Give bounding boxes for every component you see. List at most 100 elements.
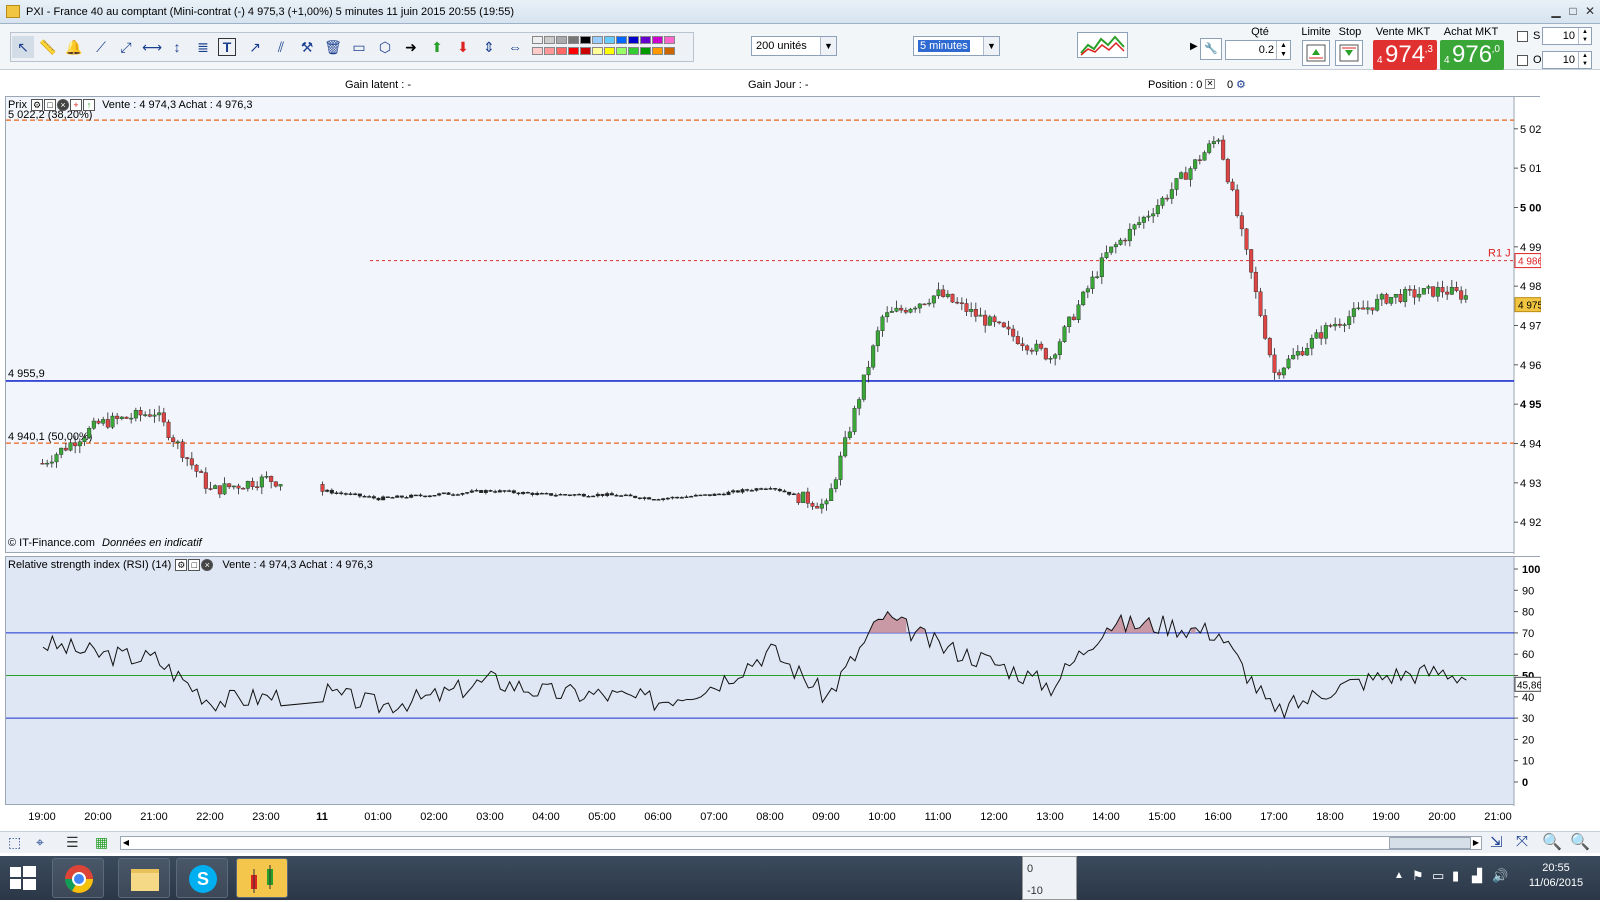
qte-stepper-icon[interactable]: ▲ ▼	[1276, 41, 1290, 59]
color-palette[interactable]	[532, 34, 682, 60]
chart-type-button[interactable]	[1077, 32, 1128, 58]
arrow-up-icon[interactable]: ⬆	[426, 36, 448, 58]
channel-icon[interactable]: ⫽	[270, 36, 292, 58]
volume-icon[interactable]: 🔊	[1492, 868, 1508, 884]
ruler-icon[interactable]: 📏	[37, 36, 59, 58]
price-chart-pane[interactable]: 4 920 4 930 4 940 4 950 4 960 4 970 4 980 4 990…	[5, 96, 1541, 554]
candle-body	[1165, 197, 1170, 200]
price-candle	[115, 413, 120, 425]
achat-mkt-button[interactable]: 4 976 ,0	[1440, 40, 1504, 70]
tray-expand-icon[interactable]: ▲	[1394, 870, 1404, 881]
file-explorer-taskbar-icon[interactable]	[118, 858, 170, 898]
polygon-icon[interactable]: ⬡	[374, 36, 396, 58]
cursor-icon[interactable]: ↖	[12, 36, 34, 58]
fibonacci-icon[interactable]: ≣	[192, 36, 214, 58]
minimize-icon[interactable]: ▁	[1549, 4, 1563, 18]
arrow-right-icon[interactable]: ➜	[400, 36, 422, 58]
close-icon[interactable]: ✕	[1583, 4, 1597, 18]
vertical-line-icon[interactable]: ↕	[166, 36, 188, 58]
price-candle	[1216, 138, 1221, 145]
pane-settings-icon[interactable]: ⚙	[175, 559, 188, 572]
price-candle	[978, 307, 983, 317]
rsi-tick-label: 70	[1522, 628, 1534, 640]
close-position-icon[interactable]: ✕	[1205, 79, 1215, 89]
pane-close-icon[interactable]: ×	[57, 99, 70, 112]
rsi-chart[interactable]: 010203040506070809010045,868	[6, 557, 1541, 806]
candle-body	[1197, 159, 1202, 161]
candle-body	[712, 493, 717, 496]
alert-bell-icon[interactable]: 🔔	[63, 36, 85, 58]
pane-maximize-icon[interactable]: □	[188, 559, 201, 572]
rsi-tick-label: 90	[1522, 585, 1534, 597]
list-icon[interactable]: ☰	[66, 834, 79, 851]
o-input[interactable]: 10 ▲ ▼	[1542, 51, 1592, 69]
candle-body	[969, 309, 974, 312]
price-chart[interactable]: 4 920 4 930 4 940 4 950 4 960 4 970 4 980 4 990…	[6, 97, 1541, 554]
delete-icon[interactable]: 🗑	[322, 36, 344, 58]
horizontal-line-icon[interactable]: ⟷	[141, 36, 163, 58]
scroll-thumb[interactable]	[1389, 837, 1471, 849]
buy-alert-icon[interactable]: ↑	[83, 99, 96, 112]
quantity-select[interactable]: 200 unités ▼	[751, 36, 837, 56]
price-candle	[1034, 339, 1039, 356]
vente-mkt-button[interactable]: 4 974 ,3	[1373, 40, 1437, 70]
chart-overview-icon[interactable]: ⬚	[8, 834, 21, 851]
auto-scroll-icon[interactable]: ⇲	[1490, 833, 1503, 851]
windows-start-icon[interactable]	[8, 864, 38, 892]
horizontal-range-icon[interactable]: ⇔	[504, 36, 526, 58]
pane-maximize-icon[interactable]: □	[44, 99, 57, 112]
o-stepper-icon[interactable]: ▲ ▼	[1578, 52, 1591, 68]
s-input[interactable]: 10 ▲ ▼	[1542, 27, 1592, 45]
tray-clock[interactable]: 20:55 11/06/2015	[1520, 862, 1592, 889]
s-checkbox[interactable]	[1517, 31, 1528, 42]
qte-input[interactable]: 0.2 ▲ ▼	[1225, 40, 1291, 60]
price-candle	[1328, 323, 1333, 328]
pane-close-icon[interactable]: ×	[201, 559, 214, 572]
rectangle-icon[interactable]: ▭	[348, 36, 370, 58]
flag-icon[interactable]: ⚑	[1412, 868, 1424, 884]
battery-icon[interactable]: ▮	[1452, 868, 1459, 884]
candle-body	[679, 497, 684, 499]
sell-alert-icon[interactable]: +	[70, 99, 83, 112]
candle-body	[1216, 139, 1221, 142]
arrow-down-icon[interactable]: ⬇	[452, 36, 474, 58]
arrow-tool-icon[interactable]: ↗	[244, 36, 266, 58]
zoom-fit-icon[interactable]: ⤧	[1516, 833, 1528, 850]
candle-body	[385, 496, 390, 498]
candle-body	[1375, 298, 1380, 311]
stop-order-button[interactable]	[1335, 40, 1363, 66]
expand-arrow-icon[interactable]: ▶	[1190, 32, 1198, 62]
price-candle	[1309, 334, 1314, 356]
indicators-icon[interactable]: ▦	[95, 834, 108, 851]
price-candle	[1015, 330, 1020, 345]
limite-order-button[interactable]	[1302, 40, 1330, 66]
pane-settings-icon[interactable]: ⚙	[31, 99, 44, 112]
maximize-icon[interactable]: □	[1566, 4, 1580, 18]
horizontal-scrollbar[interactable]: ◀ ▶	[120, 836, 1482, 850]
time-tick-label: 20:00	[84, 811, 112, 823]
s-stepper-icon[interactable]: ▲ ▼	[1578, 28, 1591, 44]
trading-app-taskbar-icon[interactable]	[236, 858, 288, 898]
timeframe-select[interactable]: 5 minutes ▼	[913, 36, 1000, 56]
scroll-left-icon[interactable]: ◀	[121, 837, 131, 849]
tools-icon[interactable]: ⚒	[296, 36, 318, 58]
chrome-taskbar-icon[interactable]	[52, 858, 104, 898]
position-settings-icon[interactable]: ⚙	[1236, 78, 1246, 91]
ray-line-icon[interactable]: ⤢	[115, 36, 137, 58]
o-checkbox[interactable]	[1517, 55, 1528, 66]
rsi-chart-pane[interactable]: 010203040506070809010045,868 Relative st…	[5, 556, 1541, 806]
crosshair-icon[interactable]: ⌖	[36, 834, 44, 851]
settings-wrench-icon[interactable]: 🔧	[1200, 38, 1222, 60]
trendline-icon[interactable]: ⟋	[90, 36, 112, 58]
skype-taskbar-icon[interactable]: S	[176, 858, 228, 898]
candle-body	[759, 488, 764, 490]
candle-body	[707, 494, 712, 496]
network-icon[interactable]: ▟	[1472, 868, 1482, 884]
text-tool-icon[interactable]: T	[218, 38, 236, 56]
price-candle	[591, 495, 596, 498]
vertical-range-icon[interactable]: ⇕	[478, 36, 500, 58]
scroll-right-icon[interactable]: ▶	[1471, 837, 1481, 849]
zoom-out-icon[interactable]: 🔍	[1542, 832, 1562, 852]
display-icon[interactable]: ▭	[1432, 868, 1444, 884]
zoom-in-icon[interactable]: 🔍	[1570, 832, 1590, 852]
